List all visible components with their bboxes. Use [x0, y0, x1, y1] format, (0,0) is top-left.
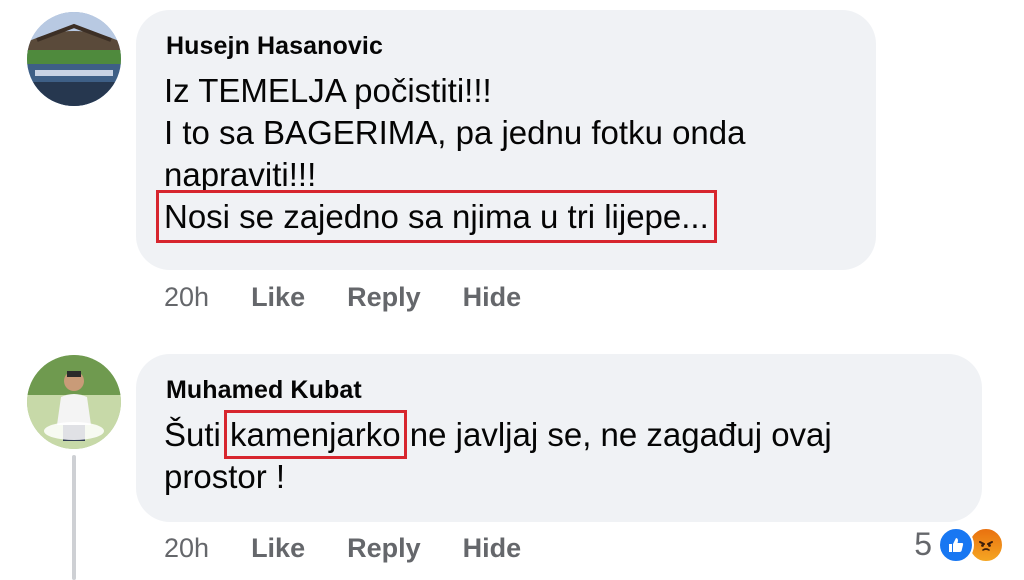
highlighted-word: kamenjarko	[224, 410, 407, 459]
reaction-count: 5	[914, 526, 932, 562]
comment-timestamp[interactable]: 20h	[164, 282, 209, 313]
hide-button[interactable]: Hide	[463, 282, 522, 313]
comment-timestamp[interactable]: 20h	[164, 533, 209, 564]
like-button[interactable]: Like	[251, 533, 305, 564]
thread-line	[72, 455, 76, 580]
comment-line: I to sa BAGERIMA, pa jednu fotku onda	[164, 114, 746, 151]
comment-text: Iz TEMELJA počistiti!!! I to sa BAGERIMA…	[156, 70, 864, 243]
highlighted-sentence: Nosi se zajedno sa njima u tri lijepe...	[156, 190, 717, 243]
avatar-photo-person	[27, 355, 121, 449]
comment-line: napraviti!!!	[164, 156, 317, 193]
comment-line: Iz TEMELJA počistiti!!!	[164, 72, 492, 109]
hide-button[interactable]: Hide	[463, 533, 522, 564]
avatar[interactable]	[27, 12, 121, 106]
comment-author[interactable]: Husejn Hasanovic	[166, 32, 383, 61]
avatar-photo-landscape	[27, 12, 121, 106]
reply-button[interactable]: Reply	[347, 533, 421, 564]
comment-text: Šuti kamenjarko ne javljaj se, ne zagađu…	[164, 410, 964, 498]
comment-bubble: Husejn Hasanovic Iz TEMELJA počistiti!!!…	[136, 10, 876, 270]
comment-actions: 20h Like Reply Hide	[164, 282, 563, 313]
comment-actions: 20h Like Reply Hide	[164, 533, 563, 564]
comment-text-start: Šuti	[164, 416, 231, 453]
like-button[interactable]: Like	[251, 282, 305, 313]
comment-bubble: Muhamed Kubat Šuti kamenjarko ne javljaj…	[136, 354, 982, 522]
comment-line: prostor !	[164, 458, 286, 495]
reply-button[interactable]: Reply	[347, 282, 421, 313]
avatar[interactable]	[27, 355, 121, 449]
comment-text-end: ne javljaj se, ne zagađuj ovaj	[400, 416, 832, 453]
comment-author[interactable]: Muhamed Kubat	[166, 376, 362, 405]
like-icon	[938, 526, 974, 563]
reaction-summary[interactable]: 5	[914, 526, 1004, 563]
